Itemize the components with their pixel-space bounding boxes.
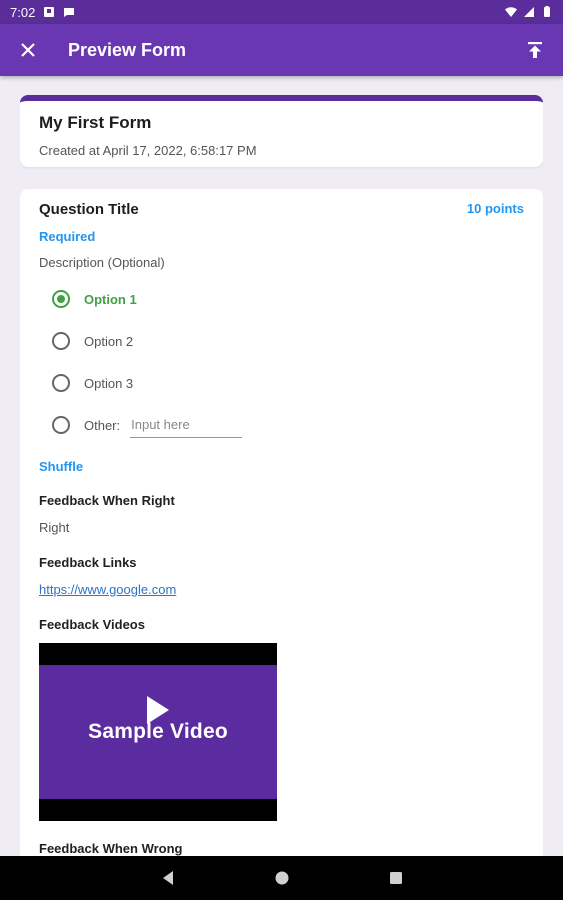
message-icon: [64, 8, 75, 17]
option-label: Option 1: [84, 291, 137, 307]
question-points: 10 points: [466, 201, 524, 216]
video-thumbnail: Sample Video: [39, 665, 277, 799]
wifi-icon: [505, 7, 517, 17]
feedback-link[interactable]: https://www.google.com: [39, 582, 176, 597]
close-button[interactable]: [0, 24, 56, 76]
radio-unchecked-icon: [52, 332, 70, 350]
status-time: 7:02: [10, 4, 36, 20]
app-bar: Preview Form: [0, 24, 563, 76]
radio-unchecked-icon: [52, 374, 70, 392]
question-title: Question Title: [39, 201, 139, 218]
feedback-video[interactable]: Sample Video: [39, 643, 277, 821]
radio-checked-icon: [52, 290, 70, 308]
required-label: Required: [39, 229, 96, 244]
question-card: Question Title 10 points Required Descri…: [20, 189, 543, 856]
feedback-videos-label: Feedback Videos: [39, 617, 145, 632]
back-button[interactable]: [157, 867, 179, 889]
close-icon: [21, 43, 35, 57]
form-title: My First Form: [39, 113, 152, 132]
play-icon: [147, 696, 169, 724]
radio-unchecked-icon: [52, 416, 70, 434]
option-3[interactable]: Option 3: [52, 371, 133, 395]
status-bar: 7:02: [0, 0, 563, 24]
navigation-bar: [0, 856, 563, 900]
app-title: Preview Form: [68, 39, 187, 60]
option-label: Option 2: [84, 333, 134, 349]
feedback-links-label: Feedback Links: [39, 555, 137, 570]
publish-icon: [528, 42, 542, 58]
shuffle-label: Shuffle: [39, 459, 84, 474]
feedback-right-value: Right: [39, 520, 70, 535]
back-icon: [162, 871, 173, 885]
option-other[interactable]: Other:: [52, 412, 243, 438]
other-label: Other:: [84, 417, 121, 433]
battery-icon: [544, 6, 550, 17]
home-icon: [275, 871, 288, 885]
feedback-right-label: Feedback When Right: [39, 493, 175, 508]
form-created-date: Created at April 17, 2022, 6:58:17 PM: [39, 143, 257, 158]
option-1[interactable]: Option 1: [52, 287, 137, 311]
option-label: Option 3: [84, 375, 134, 391]
option-2[interactable]: Option 2: [52, 329, 133, 353]
home-button[interactable]: [271, 867, 293, 889]
publish-button[interactable]: [507, 24, 563, 76]
form-content: My First Form Created at April 17, 2022,…: [20, 76, 543, 856]
other-input[interactable]: [130, 412, 243, 438]
signal-icon: [524, 7, 534, 17]
recents-icon: [389, 872, 402, 884]
recents-button[interactable]: [385, 867, 407, 889]
notification-icon: [44, 7, 55, 17]
feedback-wrong-label: Feedback When Wrong: [39, 841, 183, 856]
question-description: Description (Optional): [39, 255, 165, 270]
form-header-card: My First Form Created at April 17, 2022,…: [20, 95, 543, 167]
